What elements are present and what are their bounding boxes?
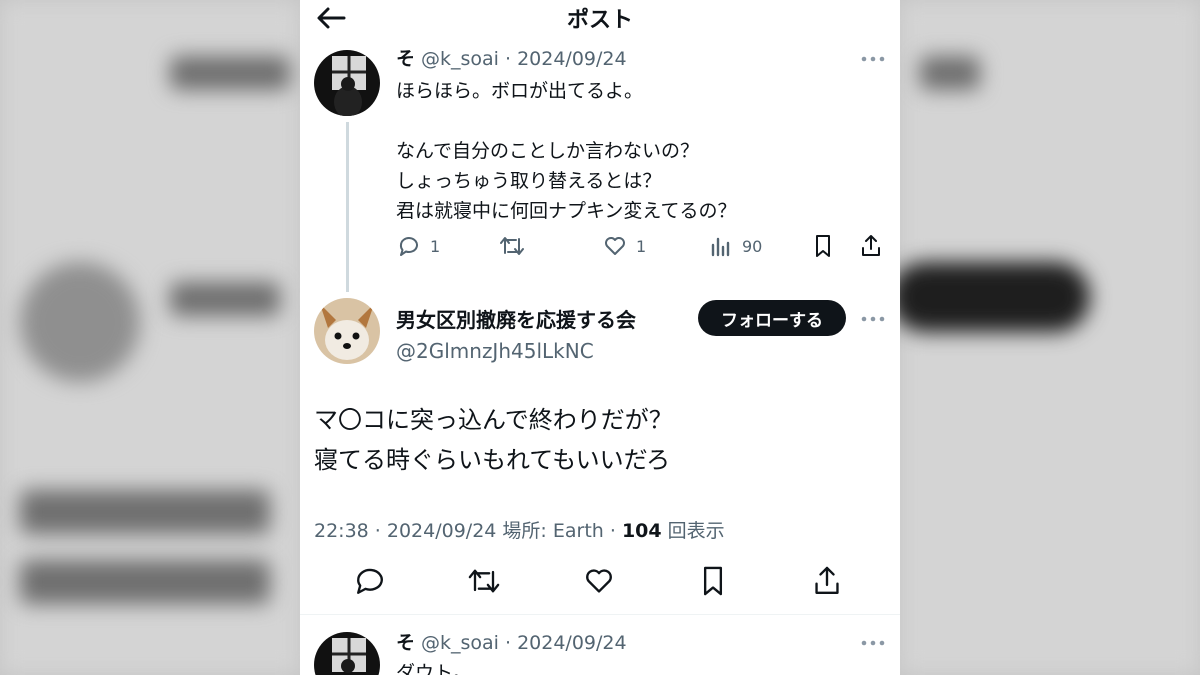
author-name[interactable]: そ bbox=[396, 632, 415, 654]
reply-text: ダウト。 bbox=[396, 662, 472, 675]
analytics-icon bbox=[711, 237, 730, 257]
backdrop-text bbox=[170, 282, 280, 316]
backdrop-text bbox=[170, 56, 290, 90]
author-name[interactable]: そ bbox=[396, 48, 415, 70]
post-views-label: 回表示 bbox=[661, 520, 725, 542]
divider bbox=[300, 614, 900, 615]
reply-text: ほらほら。ボロが出てるよ。 なんで自分のことしか言わないの？ しょっちゅう取り替… bbox=[396, 80, 737, 222]
more-options-icon[interactable] bbox=[860, 638, 886, 648]
more-options-icon[interactable] bbox=[860, 54, 886, 64]
author-name[interactable]: 男女区別撤廃を応援する会 bbox=[396, 304, 636, 333]
author-meta: @k_soai · 2024/09/24 bbox=[421, 632, 627, 654]
post-time: 22:38 · 2024/09/24 場所: Earth · bbox=[314, 520, 622, 542]
backdrop-text bbox=[20, 490, 270, 534]
reply-count: 1 bbox=[430, 236, 441, 256]
author-meta: @k_soai · 2024/09/24 bbox=[421, 48, 627, 70]
avatar-image-icon bbox=[314, 632, 380, 675]
dog-avatar-icon bbox=[314, 298, 380, 364]
repost-icon[interactable] bbox=[466, 564, 502, 598]
thread-line bbox=[346, 122, 349, 292]
reply-icon[interactable] bbox=[353, 564, 387, 598]
avatar-image-icon bbox=[314, 50, 380, 116]
backdrop-text bbox=[920, 56, 980, 90]
post-text: マ〇コに突っ込んで終わりだが？ 寝てる時ぐらいもれてもいいだろ bbox=[314, 406, 673, 474]
post-actions bbox=[300, 560, 900, 604]
post-meta: 22:38 · 2024/09/24 場所: Earth · 104 回表示 bbox=[314, 516, 725, 543]
share-button[interactable] bbox=[858, 230, 892, 262]
reply-icon bbox=[399, 237, 418, 256]
follow-button[interactable]: フォローする bbox=[698, 300, 846, 336]
reply-header: そ @k_soai · 2024/09/24 bbox=[396, 44, 627, 71]
heart-icon bbox=[605, 237, 625, 255]
share-icon bbox=[862, 235, 880, 256]
bookmark-icon[interactable] bbox=[696, 564, 730, 598]
post-detail-screen: ポスト そ @k_soai · 2024/09/24 ほらほら。ボロが出てるよ。 … bbox=[300, 0, 900, 675]
author-handle[interactable]: @2GlmnzJh45lLkNC bbox=[396, 339, 636, 363]
page-title: ポスト bbox=[566, 8, 633, 33]
top-bar: ポスト bbox=[300, 0, 900, 36]
main-author: 男女区別撤廃を応援する会 @2GlmnzJh45lLkNC bbox=[396, 304, 636, 363]
like-count: 1 bbox=[636, 236, 647, 256]
reply-header: そ @k_soai · 2024/09/24 bbox=[396, 628, 627, 655]
reply-button[interactable]: 1 bbox=[396, 230, 440, 262]
repost-button[interactable] bbox=[498, 230, 534, 262]
more-options-icon[interactable] bbox=[860, 314, 886, 324]
backdrop-avatar bbox=[20, 262, 140, 382]
reply-actions: 1 1 90 bbox=[396, 230, 886, 262]
bookmark-icon bbox=[816, 235, 830, 257]
backdrop-follow-pill bbox=[890, 262, 1090, 332]
like-button[interactable]: 1 bbox=[602, 230, 646, 262]
backdrop-right bbox=[900, 0, 1200, 675]
view-count: 90 bbox=[742, 236, 763, 256]
post-views-count: 104 bbox=[621, 520, 662, 542]
avatar[interactable] bbox=[314, 632, 380, 675]
avatar[interactable] bbox=[314, 50, 380, 116]
avatar[interactable] bbox=[314, 298, 380, 364]
views-button[interactable]: 90 bbox=[708, 230, 762, 262]
share-icon[interactable] bbox=[810, 564, 844, 598]
repost-icon bbox=[500, 237, 524, 255]
bookmark-button[interactable] bbox=[810, 230, 844, 262]
heart-icon[interactable] bbox=[582, 564, 616, 598]
backdrop-text bbox=[20, 560, 270, 604]
